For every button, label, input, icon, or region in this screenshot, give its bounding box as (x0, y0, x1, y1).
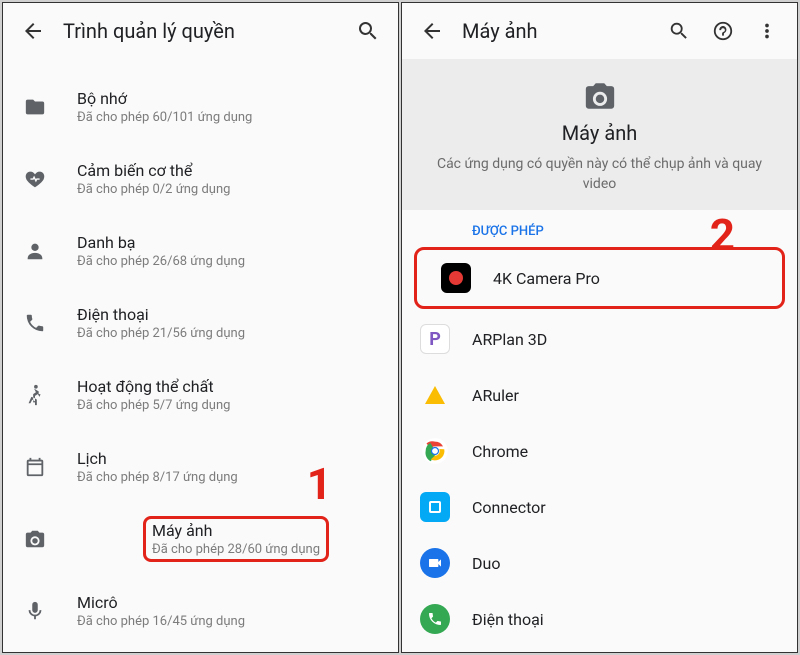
app-name: Chrome (472, 442, 528, 461)
screen-camera-permission: Máy ảnh Máy ảnh Các ứng dụng có quyền nà… (401, 2, 798, 653)
activity-icon (21, 381, 49, 409)
permission-item-mic[interactable]: Micrô Đã cho phép 16/45 ứng dụng (3, 575, 398, 647)
app-name: ARPlan 3D (472, 330, 547, 349)
phone-icon (21, 309, 49, 337)
more-icon[interactable] (745, 9, 789, 53)
permission-text: Micrô Đã cho phép 16/45 ứng dụng (77, 593, 382, 629)
permission-title: Máy ảnh (152, 521, 320, 540)
permission-subtitle: Đã cho phép 26/68 ứng dụng (77, 254, 382, 269)
permission-title: Bộ nhớ (77, 89, 382, 108)
app-icon: P (420, 324, 450, 354)
permission-text: Điện thoại Đã cho phép 21/56 ứng dụng (77, 305, 382, 341)
permission-item-calendar[interactable]: Lịch Đã cho phép 8/17 ứng dụng (3, 431, 398, 503)
permission-text: Lịch Đã cho phép 8/17 ứng dụng (77, 449, 382, 485)
app-item[interactable]: Chrome (402, 423, 797, 479)
app-list: 4K Camera Pro P ARPlan 3D ARuler Chrome Conne… (402, 245, 797, 647)
app-icon (420, 604, 450, 634)
app-item[interactable]: Duo (402, 535, 797, 591)
permission-item-camera[interactable]: Máy ảnh Đã cho phép 28/60 ứng dụng (3, 503, 398, 575)
permission-item-activity[interactable]: Hoạt động thể chất Đã cho phép 5/7 ứng dụ… (3, 359, 398, 431)
permission-list: Bộ nhớ Đã cho phép 60/101 ứng dụng Cảm biế… (3, 59, 398, 652)
permission-text: Bộ nhớ Đã cho phép 60/101 ứng dụng (77, 89, 382, 125)
help-icon[interactable] (701, 9, 745, 53)
permission-subtitle: Đã cho phép 16/45 ứng dụng (77, 614, 382, 629)
permission-title: Điện thoại (77, 305, 382, 324)
app-icon (420, 492, 450, 522)
permission-item-person[interactable]: Danh bạ Đã cho phép 26/68 ứng dụng (3, 215, 398, 287)
app-icon (420, 548, 450, 578)
person-icon (21, 237, 49, 265)
permission-title: Máy ảnh (562, 121, 638, 145)
permission-item-phone[interactable]: Điện thoại Đã cho phép 21/56 ứng dụng (3, 287, 398, 359)
app-item[interactable]: P ARPlan 3D (402, 311, 797, 367)
appbar: Máy ảnh (402, 3, 797, 59)
permission-title: Danh bạ (77, 233, 382, 252)
highlight-camera: Máy ảnh Đã cho phép 28/60 ứng dụng (143, 516, 329, 562)
camera-icon (21, 525, 49, 553)
camera-icon (583, 79, 617, 113)
app-item[interactable]: Connector (402, 479, 797, 535)
folder-icon (21, 93, 49, 121)
permission-title: Cảm biến cơ thể (77, 161, 382, 180)
permission-subtitle: Đã cho phép 5/7 ứng dụng (77, 398, 382, 413)
permission-subtitle: Đã cho phép 8/17 ứng dụng (77, 470, 382, 485)
permission-text: Hoạt động thể chất Đã cho phép 5/7 ứng dụ… (77, 377, 382, 413)
app-item[interactable]: 4K Camera Pro (423, 250, 776, 306)
mic-icon (21, 597, 49, 625)
appbar: Trình quản lý quyền (3, 3, 398, 59)
permission-item-heart[interactable]: Cảm biến cơ thể Đã cho phép 0/2 ứng dụng (3, 143, 398, 215)
app-icon (441, 263, 471, 293)
heart-icon (21, 165, 49, 193)
calendar-icon (21, 453, 49, 481)
permission-title: Micrô (77, 593, 382, 612)
app-name: Điện thoại (472, 610, 544, 629)
permission-subtitle: Đã cho phép 28/60 ứng dụng (152, 542, 320, 557)
app-item[interactable]: Điện thoại (402, 591, 797, 647)
app-icon (420, 380, 450, 410)
back-icon[interactable] (410, 9, 454, 53)
permission-header: Máy ảnh Các ứng dụng có quyền này có thể… (402, 59, 797, 210)
search-icon[interactable] (657, 9, 701, 53)
permission-subtitle: Đã cho phép 0/2 ứng dụng (77, 182, 382, 197)
search-icon[interactable] (346, 9, 390, 53)
screen-permissions-manager: Trình quản lý quyền Bộ nhớ Đã cho phép 60… (2, 2, 399, 653)
page-title: Trình quản lý quyền (63, 19, 346, 43)
back-icon[interactable] (11, 9, 55, 53)
highlight-4k-camera-pro: 4K Camera Pro (414, 247, 785, 309)
permission-subtitle: Đã cho phép 21/56 ứng dụng (77, 326, 382, 341)
section-allowed: ĐƯỢC PHÉP (402, 210, 797, 245)
app-name: ARuler (472, 386, 519, 405)
page-title: Máy ảnh (462, 19, 657, 43)
app-name: 4K Camera Pro (493, 269, 600, 288)
permission-title: Lịch (77, 449, 382, 468)
permission-title: Hoạt động thể chất (77, 377, 382, 396)
permission-text: Danh bạ Đã cho phép 26/68 ứng dụng (77, 233, 382, 269)
permission-item-folder[interactable]: Bộ nhớ Đã cho phép 60/101 ứng dụng (3, 71, 398, 143)
permission-subtitle: Đã cho phép 60/101 ứng dụng (77, 110, 382, 125)
app-item[interactable]: ARuler (402, 367, 797, 423)
app-icon (420, 436, 450, 466)
app-name: Duo (472, 554, 500, 573)
permission-text: Cảm biến cơ thể Đã cho phép 0/2 ứng dụng (77, 161, 382, 197)
app-name: Connector (472, 498, 546, 517)
permission-description: Các ứng dụng có quyền này có thể chụp ản… (426, 155, 773, 194)
